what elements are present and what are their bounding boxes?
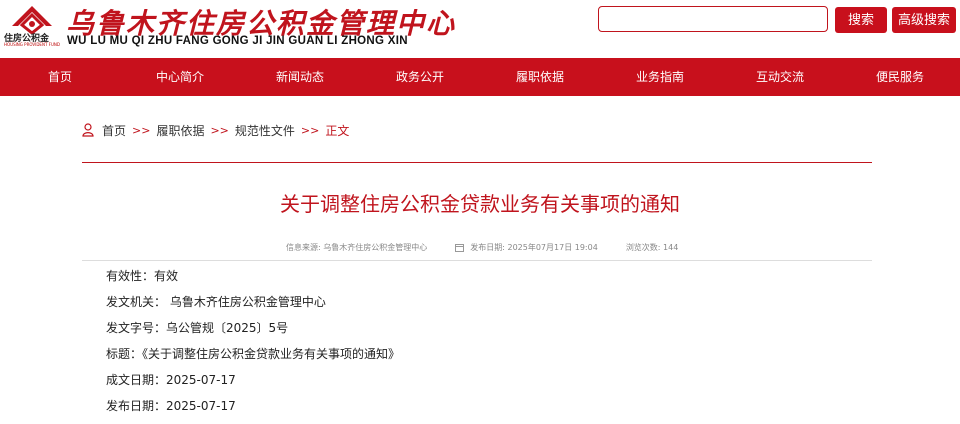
breadcrumb-separator: >> bbox=[300, 123, 320, 137]
main-nav: 首页 中心简介 新闻动态 政务公开 履职依据 业务指南 互动交流 便民服务 bbox=[0, 58, 960, 96]
search-button[interactable]: 搜索 bbox=[835, 7, 887, 33]
breadcrumb-separator: >> bbox=[132, 123, 151, 137]
field-title: 标题：《关于调整住房公积金贷款业务有关事项的通知》 bbox=[106, 347, 401, 361]
site-title-en: WU LU MU QI ZHU FANG GONG JI JIN GUAN LI… bbox=[67, 35, 408, 47]
housing-fund-logo-icon[interactable] bbox=[8, 4, 56, 34]
article-title: 关于调整住房公积金贷款业务有关事项的通知 bbox=[280, 192, 680, 216]
logo-caption-en: HOUSING PROVIDENT FUND bbox=[4, 42, 60, 47]
field-written-date: 成文日期：2025-07-17 bbox=[106, 373, 236, 387]
field-issuing-authority: 发文机关： 乌鲁木齐住房公积金管理中心 bbox=[106, 295, 326, 309]
document-fields: 有效性：有效 发文机关： 乌鲁木齐住房公积金管理中心 发文字号：乌公管规〔202… bbox=[106, 268, 400, 424]
nav-item-home[interactable]: 首页 bbox=[0, 58, 120, 96]
article-views: 浏览次数: 144 bbox=[625, 243, 679, 252]
site-header: 住房公积金 HOUSING PROVIDENT FUND 乌鲁木齐住房公积金管理… bbox=[0, 0, 960, 58]
meta-divider bbox=[82, 260, 872, 261]
article-meta: 信息来源: 乌鲁木齐住房公积金管理中心 发布日期: 2025年07月17日 19… bbox=[286, 242, 678, 253]
person-icon bbox=[82, 123, 94, 137]
field-publish-date: 发布日期：2025-07-17 bbox=[106, 399, 236, 413]
article-source: 信息来源: 乌鲁木齐住房公积金管理中心 bbox=[286, 243, 428, 252]
breadcrumb-duty-basis[interactable]: 履职依据 bbox=[156, 122, 204, 139]
nav-item-interaction[interactable]: 互动交流 bbox=[720, 58, 840, 96]
advanced-search-button[interactable]: 高级搜索 bbox=[892, 7, 956, 33]
field-validity: 有效性：有效 bbox=[106, 269, 179, 283]
nav-item-service-guide[interactable]: 业务指南 bbox=[600, 58, 720, 96]
breadcrumb-normative-documents[interactable]: 规范性文件 bbox=[235, 122, 295, 139]
breadcrumb-separator: >> bbox=[210, 123, 229, 137]
nav-item-about[interactable]: 中心简介 bbox=[120, 58, 240, 96]
article-publish-date: 发布日期: 2025年07月17日 19:04 bbox=[470, 243, 598, 252]
search-input[interactable] bbox=[598, 6, 828, 32]
nav-item-government-affairs[interactable]: 政务公开 bbox=[360, 58, 480, 96]
nav-item-public-service[interactable]: 便民服务 bbox=[840, 58, 960, 96]
field-document-number: 发文字号：乌公管规〔2025〕5号 bbox=[106, 321, 289, 335]
nav-item-news[interactable]: 新闻动态 bbox=[240, 58, 360, 96]
breadcrumb: 首页 >> 履职依据 >> 规范性文件 >> 正文 bbox=[82, 121, 349, 139]
breadcrumb-current: 正文 bbox=[325, 123, 350, 138]
nav-item-duty-basis[interactable]: 履职依据 bbox=[480, 58, 600, 96]
calendar-icon bbox=[455, 244, 465, 252]
breadcrumb-home[interactable]: 首页 bbox=[102, 122, 126, 139]
breadcrumb-divider bbox=[82, 162, 872, 163]
